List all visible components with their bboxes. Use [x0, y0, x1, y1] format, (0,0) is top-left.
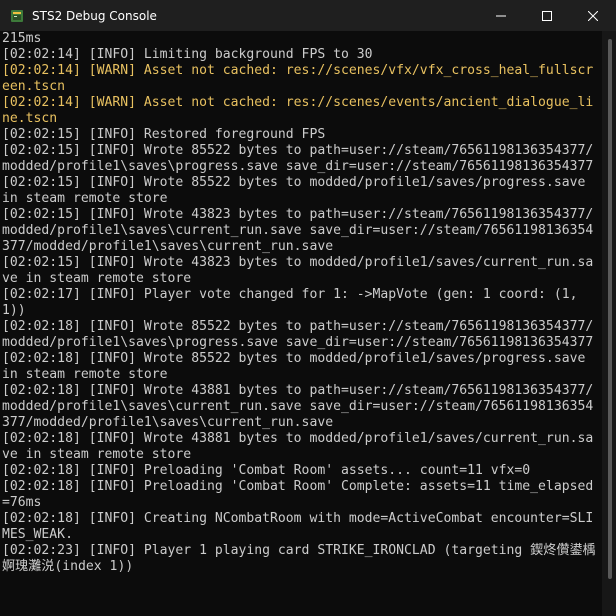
minimize-icon [496, 15, 506, 16]
log-line: [02:02:18] [INFO] Preloading 'Combat Roo… [2, 463, 531, 478]
title-bar[interactable]: STS2 Debug Console [0, 0, 616, 31]
close-button[interactable] [570, 0, 616, 31]
vertical-scrollbar[interactable] [602, 31, 616, 616]
maximize-icon [542, 10, 552, 21]
log-line: [02:02:15] [INFO] Wrote 43823 bytes to p… [2, 207, 594, 254]
log-line: [02:02:15] [INFO] Wrote 85522 bytes to m… [2, 175, 594, 206]
log-line: [02:02:18] [INFO] Wrote 85522 bytes to p… [2, 319, 594, 350]
log-line: [02:02:18] [INFO] Preloading 'Combat Roo… [2, 479, 594, 510]
log-line: [02:02:15] [INFO] Wrote 85522 bytes to p… [2, 143, 594, 174]
log-line: [02:02:18] [INFO] Wrote 43881 bytes to m… [2, 431, 594, 462]
log-line: [02:02:14] [WARN] Asset not cached: res:… [2, 63, 594, 94]
minimize-button[interactable] [478, 0, 524, 31]
window-controls [478, 0, 616, 31]
console-output[interactable]: 215ms [02:02:14] [INFO] Limiting backgrou… [2, 31, 598, 614]
log-line: [02:02:23] [INFO] Player 1 playing card … [2, 543, 596, 574]
maximize-button[interactable] [524, 0, 570, 31]
log-line: [02:02:14] [WARN] Asset not cached: res:… [2, 95, 594, 126]
console-app-icon [11, 9, 23, 22]
log-line: 215ms [2, 31, 42, 46]
log-line: [02:02:14] [INFO] Limiting background FP… [2, 47, 373, 62]
log-line: [02:02:15] [INFO] Restored foreground FP… [2, 127, 326, 142]
console-window: STS2 Debug Console 215ms [02:02:14] [INFO… [0, 0, 616, 616]
scrollbar-thumb[interactable] [608, 39, 612, 579]
log-line: [02:02:15] [INFO] Wrote 43823 bytes to m… [2, 255, 594, 286]
log-line: [02:02:17] [INFO] Player vote changed fo… [2, 287, 586, 318]
log-line: [02:02:18] [INFO] Creating NCombatRoom w… [2, 511, 594, 542]
log-line: [02:02:18] [INFO] Wrote 85522 bytes to m… [2, 351, 594, 382]
window-title: STS2 Debug Console [32, 8, 157, 23]
close-icon [588, 10, 598, 21]
log-line: [02:02:18] [INFO] Wrote 43881 bytes to p… [2, 383, 594, 430]
